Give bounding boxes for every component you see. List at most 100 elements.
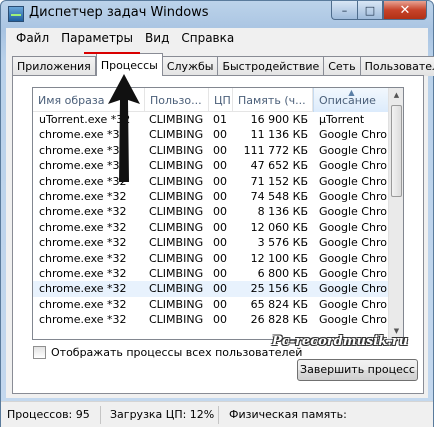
process-row[interactable]: chrome.exe *32 CLIMBING 00 25 156 КБ Google … — [33, 281, 390, 297]
process-rows: uTorrent.exe *32 CLIMBING 01 16 900 КБ µTorr… — [33, 112, 390, 327]
process-list[interactable]: Имя образа Пользо... ЦП Память (ч... ▲ О… — [32, 87, 404, 340]
process-description: Google Chrome — [319, 313, 389, 327]
process-memory: 25 156 КБ — [250, 282, 308, 296]
column-user[interactable]: Пользо... — [145, 88, 209, 112]
maximize-button[interactable]: □ — [357, 1, 383, 20]
process-row[interactable]: chrome.exe *32 CLIMBING 00 12 060 КБ Google … — [33, 220, 390, 235]
process-row[interactable]: chrome.exe *32 CLIMBING 00 11 136 КБ Google … — [33, 127, 390, 142]
process-user: CLIMBING — [149, 266, 204, 280]
status-cpu-usage: Загрузка ЦП: 12% — [101, 405, 219, 424]
process-cpu: 00 — [213, 205, 227, 219]
process-memory: 3 576 КБ — [257, 236, 308, 250]
process-description: Google Chrome — [319, 266, 389, 280]
process-cpu: 00 — [213, 128, 227, 142]
process-user: CLIMBING — [149, 282, 204, 296]
tab-services[interactable]: Службы — [162, 56, 219, 76]
process-user: CLIMBING — [149, 189, 204, 203]
process-description: Google Chrome — [319, 189, 389, 203]
process-memory: 11 136 КБ — [250, 128, 308, 142]
process-description: Google Chrome — [319, 282, 389, 296]
window-title: Диспетчер задач Windows — [29, 5, 209, 20]
menu-options[interactable]: Параметры — [55, 31, 139, 45]
process-user: CLIMBING — [149, 297, 204, 311]
menu-view[interactable]: Вид — [139, 31, 175, 45]
tab-users[interactable]: Пользователи — [360, 56, 434, 76]
vertical-scrollbar[interactable]: ▲ ▼ — [388, 88, 403, 339]
minimize-button[interactable]: – — [331, 1, 357, 20]
menu-help[interactable]: Справка — [175, 31, 240, 45]
process-row[interactable]: chrome.exe *32 CLIMBING 00 26 828 КБ Google … — [33, 312, 390, 327]
process-row[interactable]: chrome.exe *32 CLIMBING 00 8 136 КБ Google C… — [33, 204, 390, 219]
processes-panel: Имя образа Пользо... ЦП Память (ч... ▲ О… — [12, 75, 424, 394]
process-image-name: chrome.exe *32 — [39, 251, 127, 265]
process-memory: 47 652 КБ — [250, 159, 308, 173]
process-description: Google Chrome — [319, 159, 389, 173]
process-row[interactable]: chrome.exe *32 CLIMBING 00 111 772 КБ Google… — [33, 143, 390, 158]
column-cpu[interactable]: ЦП — [209, 88, 233, 112]
process-user: CLIMBING — [149, 143, 204, 157]
black-arrow-annotation — [108, 74, 140, 182]
process-cpu: 00 — [213, 143, 227, 157]
process-cpu: 00 — [213, 236, 227, 250]
column-memory[interactable]: Память (ч... — [233, 88, 313, 112]
process-memory: 111 772 КБ — [243, 143, 308, 157]
tab-performance[interactable]: Быстродействие — [218, 56, 325, 76]
tab-applications[interactable]: Приложения — [12, 56, 96, 76]
process-row[interactable]: chrome.exe *32 CLIMBING 00 47 652 КБ Google … — [33, 158, 390, 173]
process-image-name: chrome.exe *32 — [39, 313, 127, 327]
process-row[interactable]: chrome.exe *32 CLIMBING 00 6 800 КБ Google C… — [33, 266, 390, 281]
red-underline-annotation — [84, 52, 140, 54]
process-user: CLIMBING — [149, 128, 204, 142]
process-row[interactable]: chrome.exe *32 CLIMBING 00 65 824 КБ Google … — [33, 297, 390, 312]
title-bar[interactable]: Диспетчер задач Windows – □ ✕ — [1, 1, 433, 27]
menu-file[interactable]: Файл — [10, 31, 55, 45]
process-memory: 74 548 КБ — [250, 189, 308, 203]
process-memory: 8 136 КБ — [257, 205, 308, 219]
process-description: Google Chrome — [319, 128, 389, 142]
process-description: Google Chrome — [319, 220, 389, 234]
scroll-up-icon[interactable]: ▲ — [390, 88, 403, 103]
process-row[interactable]: chrome.exe *32 CLIMBING 00 12 100 КБ Google … — [33, 251, 390, 266]
end-process-button[interactable]: Завершить процесс — [297, 359, 418, 381]
process-image-name: chrome.exe *32 — [39, 266, 127, 280]
process-memory: 16 900 КБ — [250, 113, 308, 126]
process-description: Google Chrome — [319, 143, 389, 157]
process-user: CLIMBING — [149, 113, 204, 126]
process-cpu: 00 — [213, 297, 227, 311]
show-all-users-label: Отображать процессы всех пользователей — [51, 346, 303, 359]
client-area: Приложения Процессы Службы Быстродействи… — [6, 48, 434, 398]
process-cpu: 00 — [213, 220, 227, 234]
process-description: Google Chrome — [319, 205, 389, 219]
process-row[interactable]: uTorrent.exe *32 CLIMBING 01 16 900 КБ µTorr… — [33, 112, 390, 127]
process-user: CLIMBING — [149, 313, 204, 327]
scroll-thumb[interactable] — [391, 105, 402, 197]
process-image-name: chrome.exe *32 — [39, 282, 127, 296]
process-cpu: 00 — [213, 189, 227, 203]
process-memory: 6 800 КБ — [257, 266, 308, 280]
status-processes: Процессов: 95 — [1, 405, 101, 424]
tab-processes[interactable]: Процессы — [95, 53, 163, 76]
show-all-users-checkbox[interactable] — [33, 346, 46, 359]
process-user: CLIMBING — [149, 220, 204, 234]
tab-network[interactable]: Сеть — [324, 56, 361, 76]
status-bar: Процессов: 95 Загрузка ЦП: 12% Физическа… — [1, 401, 433, 427]
task-manager-window: Диспетчер задач Windows – □ ✕ Файл Парам… — [0, 0, 434, 427]
process-row[interactable]: chrome.exe *32 CLIMBING 00 74 548 КБ Google … — [33, 189, 390, 204]
process-memory: 26 828 КБ — [250, 313, 308, 327]
column-description[interactable]: ▲ Описание — [313, 88, 390, 112]
process-row[interactable]: chrome.exe *32 CLIMBING 00 71 152 КБ Google … — [33, 174, 390, 189]
process-row[interactable]: chrome.exe *32 CLIMBING 00 3 576 КБ Google C… — [33, 235, 390, 250]
process-user: CLIMBING — [149, 205, 204, 219]
process-memory: 71 152 КБ — [250, 174, 308, 188]
show-all-users-option[interactable]: Отображать процессы всех пользователей — [33, 346, 302, 359]
process-image-name: chrome.exe *32 — [39, 236, 127, 250]
process-image-name: chrome.exe *32 — [39, 189, 127, 203]
close-button[interactable]: ✕ — [383, 1, 427, 20]
process-description: Google Chrome — [319, 236, 389, 250]
process-cpu: 00 — [213, 174, 227, 188]
process-user: CLIMBING — [149, 236, 204, 250]
caption-buttons: – □ ✕ — [331, 1, 427, 20]
process-description: Google Chrome — [319, 251, 389, 265]
process-cpu: 00 — [213, 159, 227, 173]
process-memory: 12 060 КБ — [250, 220, 308, 234]
